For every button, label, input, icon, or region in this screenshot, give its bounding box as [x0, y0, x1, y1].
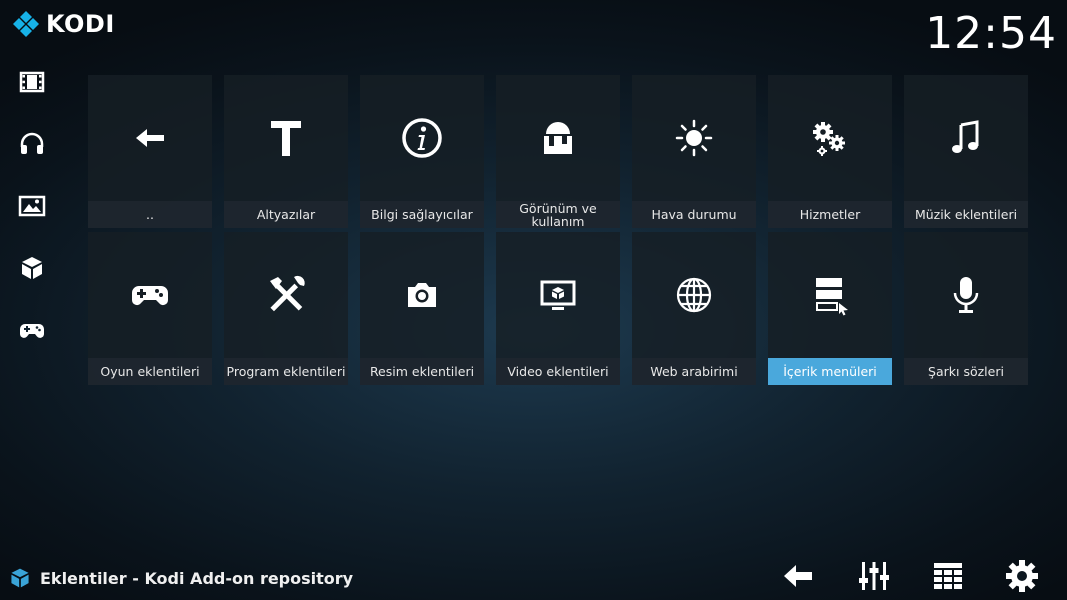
tile-label: .. [88, 201, 212, 228]
sidebar-item-movies[interactable] [14, 64, 50, 100]
paint-bucket-icon [544, 122, 572, 154]
back-button[interactable] [778, 556, 818, 596]
letter-t-icon [271, 121, 301, 156]
tile-label: Hava durumu [632, 201, 756, 228]
headphones-icon [20, 132, 44, 154]
gamepad-icon [20, 324, 44, 338]
tile-label: Bilgi sağlayıcılar [360, 201, 484, 228]
globe-icon [676, 277, 712, 313]
settings-gear-icon [1006, 560, 1038, 592]
tile-label: Şarkı sözleri [904, 358, 1028, 385]
sidebar-item-pictures[interactable] [14, 188, 50, 224]
music-note-icon [952, 120, 979, 153]
view-mode-button[interactable] [928, 556, 968, 596]
back-arrow-icon [784, 565, 812, 587]
sidebar-item-games[interactable] [14, 312, 50, 348]
grid-view-icon [934, 563, 962, 589]
film-icon [19, 71, 45, 93]
tile-game-addons[interactable]: Oyun eklentileri [88, 232, 212, 385]
footer-bar: Eklentiler - Kodi Add-on repository [0, 550, 1067, 600]
monitor-icon [540, 280, 576, 310]
arrow-left-icon [136, 129, 164, 147]
gears-icon [813, 122, 845, 156]
tile-services[interactable]: Hizmetler [768, 75, 892, 228]
breadcrumb: Eklentiler - Kodi Add-on repository [8, 566, 353, 590]
settings-button[interactable] [1002, 556, 1042, 596]
tile-label: İçerik menüleri [768, 358, 892, 385]
sidebar-item-music[interactable] [14, 126, 50, 162]
kodi-logo[interactable]: KODI [12, 10, 115, 38]
breadcrumb-title: Eklentiler - Kodi Add-on repository [40, 568, 354, 588]
box-icon [22, 257, 42, 279]
logo-text: KODI [46, 10, 115, 38]
sliders-icon [859, 562, 889, 590]
tile-music-addons[interactable]: Müzik eklentileri [904, 75, 1028, 228]
tile-label: Resim eklentileri [360, 358, 484, 385]
tile-label: Oyun eklentileri [88, 358, 212, 385]
kodi-logo-icon [13, 11, 39, 37]
tile-context-menus[interactable]: İçerik menüleri [768, 232, 892, 385]
options-button[interactable] [854, 556, 894, 596]
tile-parent-folder[interactable]: .. [88, 75, 212, 228]
tile-weather[interactable]: Hava durumu [632, 75, 756, 228]
context-menu-icon [816, 278, 848, 316]
gamepad-icon [132, 286, 168, 305]
tile-label: Hizmetler [768, 201, 892, 228]
picture-icon [18, 195, 46, 217]
sidebar-item-addons[interactable] [14, 250, 50, 286]
camera-icon [408, 283, 436, 307]
tile-label: Altyazılar [224, 201, 348, 228]
tile-label: Müzik eklentileri [904, 201, 1028, 228]
info-icon [402, 118, 442, 158]
tile-video-addons[interactable]: Video eklentileri [496, 232, 620, 385]
tools-icon [270, 275, 305, 312]
tile-label: Video eklentileri [496, 358, 620, 385]
tile-web-interface[interactable]: Web arabirimi [632, 232, 756, 385]
tile-look-and-feel[interactable]: Görünüm ve kullanım [496, 75, 620, 228]
clock: 12:54 [925, 8, 1057, 59]
tile-subtitles[interactable]: Altyazılar [224, 75, 348, 228]
sidebar [14, 64, 50, 374]
tile-information-providers[interactable]: Bilgi sağlayıcılar [360, 75, 484, 228]
tile-picture-addons[interactable]: Resim eklentileri [360, 232, 484, 385]
tile-lyrics[interactable]: Şarkı sözleri [904, 232, 1028, 385]
sun-icon [675, 119, 713, 157]
microphone-icon [953, 277, 979, 313]
box-icon [11, 568, 29, 588]
tile-program-addons[interactable]: Program eklentileri [224, 232, 348, 385]
tile-label: Web arabirimi [632, 358, 756, 385]
tile-label: Görünüm ve kullanım [496, 201, 620, 228]
tile-label: Program eklentileri [224, 358, 348, 385]
